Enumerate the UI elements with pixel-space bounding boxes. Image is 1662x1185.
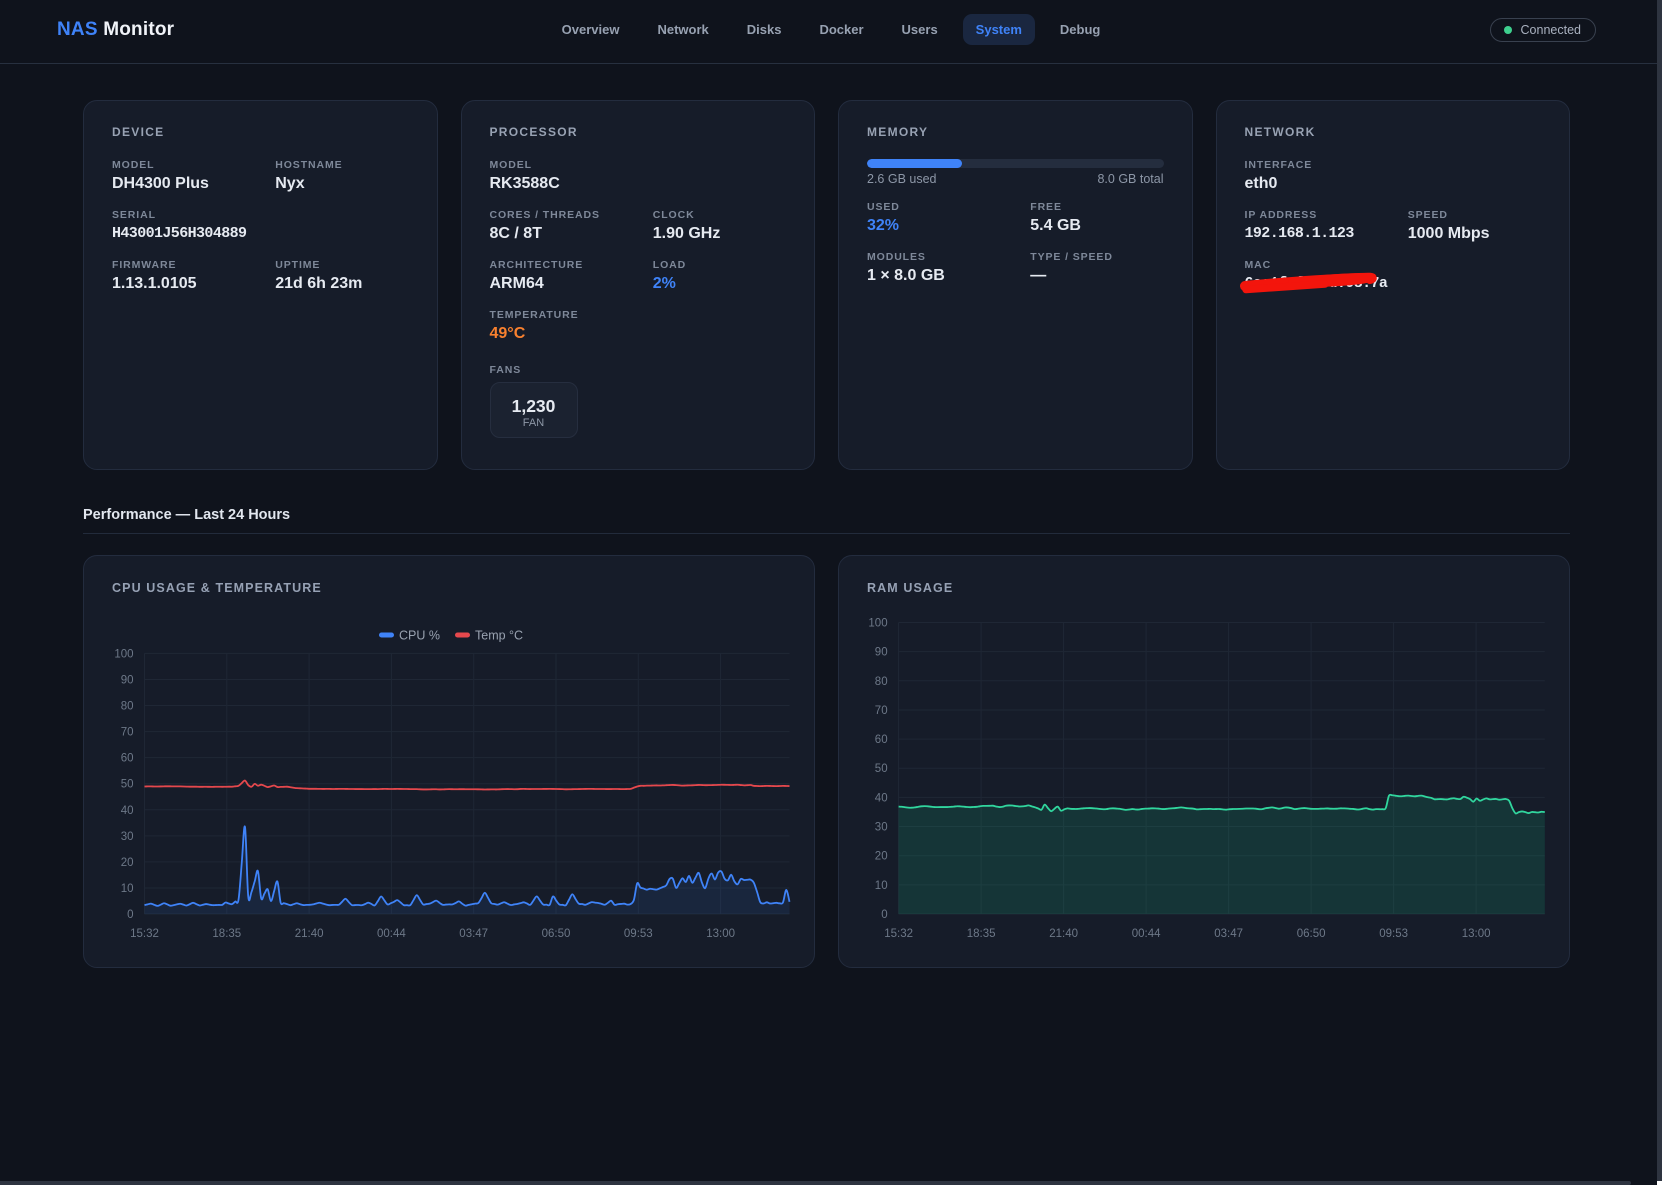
svg-text:50: 50 bbox=[121, 779, 134, 791]
svg-text:20: 20 bbox=[875, 851, 888, 863]
svg-text:70: 70 bbox=[875, 705, 888, 717]
svg-text:15:32: 15:32 bbox=[884, 928, 913, 940]
svg-text:09:53: 09:53 bbox=[1379, 928, 1408, 940]
svg-text:06:50: 06:50 bbox=[1297, 928, 1326, 940]
svg-text:30: 30 bbox=[121, 831, 134, 843]
svg-text:70: 70 bbox=[121, 727, 134, 739]
svg-text:0: 0 bbox=[881, 909, 887, 921]
svg-text:90: 90 bbox=[121, 675, 134, 687]
svg-text:80: 80 bbox=[121, 701, 134, 713]
svg-text:40: 40 bbox=[121, 805, 134, 817]
svg-text:06:50: 06:50 bbox=[542, 928, 571, 940]
svg-text:0: 0 bbox=[127, 909, 133, 921]
svg-text:100: 100 bbox=[114, 648, 133, 660]
svg-text:03:47: 03:47 bbox=[1214, 928, 1243, 940]
svg-text:13:00: 13:00 bbox=[706, 928, 735, 940]
svg-text:Temp °C: Temp °C bbox=[475, 629, 523, 643]
svg-text:00:44: 00:44 bbox=[377, 928, 406, 940]
svg-text:20: 20 bbox=[121, 857, 134, 869]
svg-text:15:32: 15:32 bbox=[130, 928, 159, 940]
svg-text:50: 50 bbox=[875, 763, 888, 775]
svg-text:10: 10 bbox=[875, 880, 888, 892]
svg-text:03:47: 03:47 bbox=[459, 928, 488, 940]
svg-text:00:44: 00:44 bbox=[1132, 928, 1161, 940]
svg-text:10: 10 bbox=[121, 883, 134, 895]
svg-text:21:40: 21:40 bbox=[1049, 928, 1078, 940]
svg-text:18:35: 18:35 bbox=[967, 928, 996, 940]
svg-text:30: 30 bbox=[875, 822, 888, 834]
svg-text:CPU %: CPU % bbox=[399, 629, 440, 643]
svg-text:13:00: 13:00 bbox=[1462, 928, 1491, 940]
svg-text:100: 100 bbox=[868, 618, 887, 630]
svg-text:18:35: 18:35 bbox=[212, 928, 241, 940]
svg-text:90: 90 bbox=[875, 647, 888, 659]
svg-text:21:40: 21:40 bbox=[295, 928, 324, 940]
svg-text:09:53: 09:53 bbox=[624, 928, 653, 940]
svg-text:80: 80 bbox=[875, 676, 888, 688]
svg-text:40: 40 bbox=[875, 792, 888, 804]
svg-text:60: 60 bbox=[121, 753, 134, 765]
svg-text:60: 60 bbox=[875, 734, 888, 746]
